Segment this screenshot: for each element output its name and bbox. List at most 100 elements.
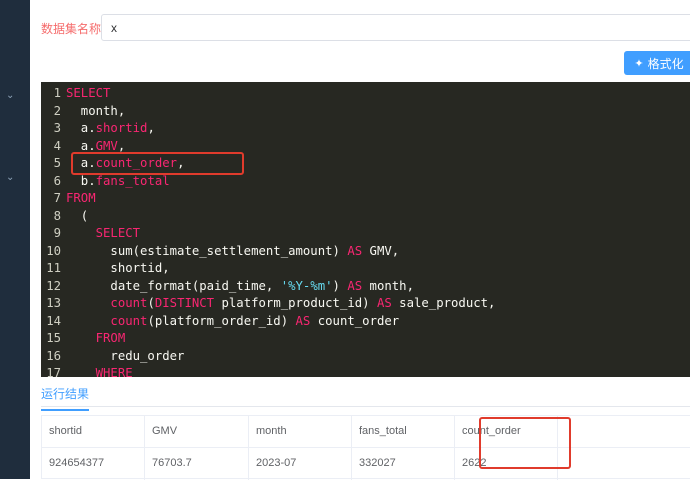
code-line[interactable]: 17 WHERE — [41, 365, 690, 377]
code-text: SELECT — [66, 225, 140, 243]
code-token: count_order — [310, 313, 400, 328]
code-token: date_format(paid_time, — [66, 278, 281, 293]
code-token: ( — [66, 208, 89, 223]
code-token: platform_product_id) — [214, 296, 377, 310]
code-token: GMV — [95, 138, 118, 153]
table-cell: 76703.7 — [152, 457, 192, 469]
code-line[interactable]: 15 FROM — [41, 330, 690, 348]
line-number: 12 — [46, 278, 61, 293]
column-header-fans-total[interactable]: fans_total — [352, 416, 407, 447]
highlight-box-count-order-column — [479, 417, 571, 469]
code-text: month, — [66, 103, 125, 121]
code-token: month, — [362, 278, 414, 293]
sql-editor[interactable]: 1 SELECT 2 month, 3 a.shortid, 4 a.GMV, 5 a.c… — [41, 82, 690, 377]
code-token: AS — [376, 296, 392, 310]
magic-wand-icon: ✦ — [634, 56, 644, 70]
code-line[interactable]: 9 SELECT — [41, 225, 690, 243]
code-text: ( — [66, 208, 88, 226]
chevron-down-icon[interactable]: ⌄ — [6, 172, 14, 183]
code-token: , — [147, 121, 155, 135]
table-cell: 332027 — [359, 457, 396, 469]
code-token: month, — [66, 103, 126, 118]
line-number: 10 — [46, 243, 61, 258]
highlight-box-count-order-line — [71, 152, 244, 175]
code-line[interactable]: 12 date_format(paid_time, '%Y-%m') AS mo… — [41, 278, 690, 296]
code-token: (platform_order_id) — [147, 313, 296, 328]
line-number: 14 — [46, 313, 61, 328]
column-header-gmv[interactable]: GMV — [145, 416, 177, 447]
code-line[interactable]: 3 a.shortid, — [41, 120, 690, 138]
line-number: 5 — [53, 156, 61, 170]
code-token: fans_total — [95, 173, 170, 188]
code-token: GMV, — [362, 243, 400, 258]
line-number: 13 — [46, 296, 61, 310]
line-number: 16 — [46, 348, 61, 363]
code-token: WHERE — [95, 366, 133, 377]
code-token: FROM — [66, 191, 96, 205]
results-table: shortid GMV month fans_total count_order… — [41, 415, 690, 480]
line-number: 4 — [53, 138, 61, 153]
tab-run-results[interactable]: 运行结果 — [41, 385, 90, 411]
code-token: shortid — [95, 121, 148, 135]
line-number: 6 — [53, 173, 61, 188]
code-text: FROM — [66, 330, 126, 348]
format-button-label: 格式化 — [647, 56, 684, 71]
code-line[interactable]: 6 b.fans_total — [41, 173, 690, 191]
code-line[interactable]: 16 redu_order — [41, 348, 690, 366]
code-line[interactable]: 13 count(DISTINCT platform_product_id) A… — [41, 295, 690, 313]
code-token: DISTINCT — [154, 296, 215, 310]
code-text: WHERE — [66, 365, 133, 377]
code-token: sale_product, — [391, 296, 496, 310]
code-text: FROM — [66, 190, 96, 208]
line-number: 11 — [46, 261, 61, 275]
code-token: b. — [66, 173, 96, 188]
code-token: redu_order — [66, 348, 185, 363]
code-token: shortid, — [66, 261, 170, 275]
code-token: '%Y-%m' — [280, 278, 333, 293]
code-line[interactable]: 10 sum(estimate_settlement_amount) AS GM… — [41, 243, 690, 261]
line-number: 15 — [46, 331, 61, 345]
code-line[interactable]: 8 ( — [41, 208, 690, 226]
code-token: SELECT — [95, 226, 141, 240]
code-text: sum(estimate_settlement_amount) AS GMV, — [66, 243, 399, 261]
code-token: ( — [147, 296, 155, 310]
code-token: , — [117, 138, 126, 153]
code-token: FROM — [95, 331, 126, 345]
format-button[interactable]: ✦ 格式化 — [624, 51, 690, 75]
code-text: count(DISTINCT platform_product_id) AS s… — [66, 295, 495, 313]
line-number: 3 — [53, 121, 61, 135]
code-token: count — [110, 296, 148, 310]
code-line[interactable]: 2 month, — [41, 103, 690, 121]
line-number: 17 — [46, 366, 61, 377]
result-tabs: 运行结果 — [41, 377, 690, 411]
table-cell: 2023-07 — [256, 457, 297, 469]
column-header-shortid[interactable]: shortid — [42, 416, 82, 447]
code-token: AS — [295, 313, 311, 328]
code-text: date_format(paid_time, '%Y-%m') AS month… — [66, 278, 414, 296]
line-number: 1 — [53, 86, 61, 100]
code-text: b.fans_total — [66, 173, 170, 191]
code-text: redu_order — [66, 348, 184, 366]
code-token: SELECT — [66, 86, 111, 100]
chevron-down-icon[interactable]: ⌄ — [6, 90, 14, 101]
code-line[interactable]: 7 FROM — [41, 190, 690, 208]
dataset-name-input[interactable] — [101, 14, 690, 41]
sidebar: ⌄ ⌄ — [0, 0, 30, 479]
code-line[interactable]: 14 count(platform_order_id) AS count_ord… — [41, 313, 690, 331]
code-token: AS — [347, 278, 363, 293]
code-line[interactable]: 11 shortid, — [41, 260, 690, 278]
code-line[interactable]: 1 SELECT — [41, 85, 690, 103]
code-text: shortid, — [66, 260, 170, 278]
column-header-month[interactable]: month — [249, 416, 287, 447]
code-token: count — [110, 313, 148, 328]
main-panel: 数据集名称: ✦ 格式化 1SELECT2 month,3 a.shortid,… — [30, 0, 690, 480]
line-number: 9 — [53, 226, 61, 240]
line-number: 2 — [53, 103, 61, 118]
table-cell: 924654377 — [49, 457, 105, 469]
code-token: ) — [332, 278, 348, 293]
